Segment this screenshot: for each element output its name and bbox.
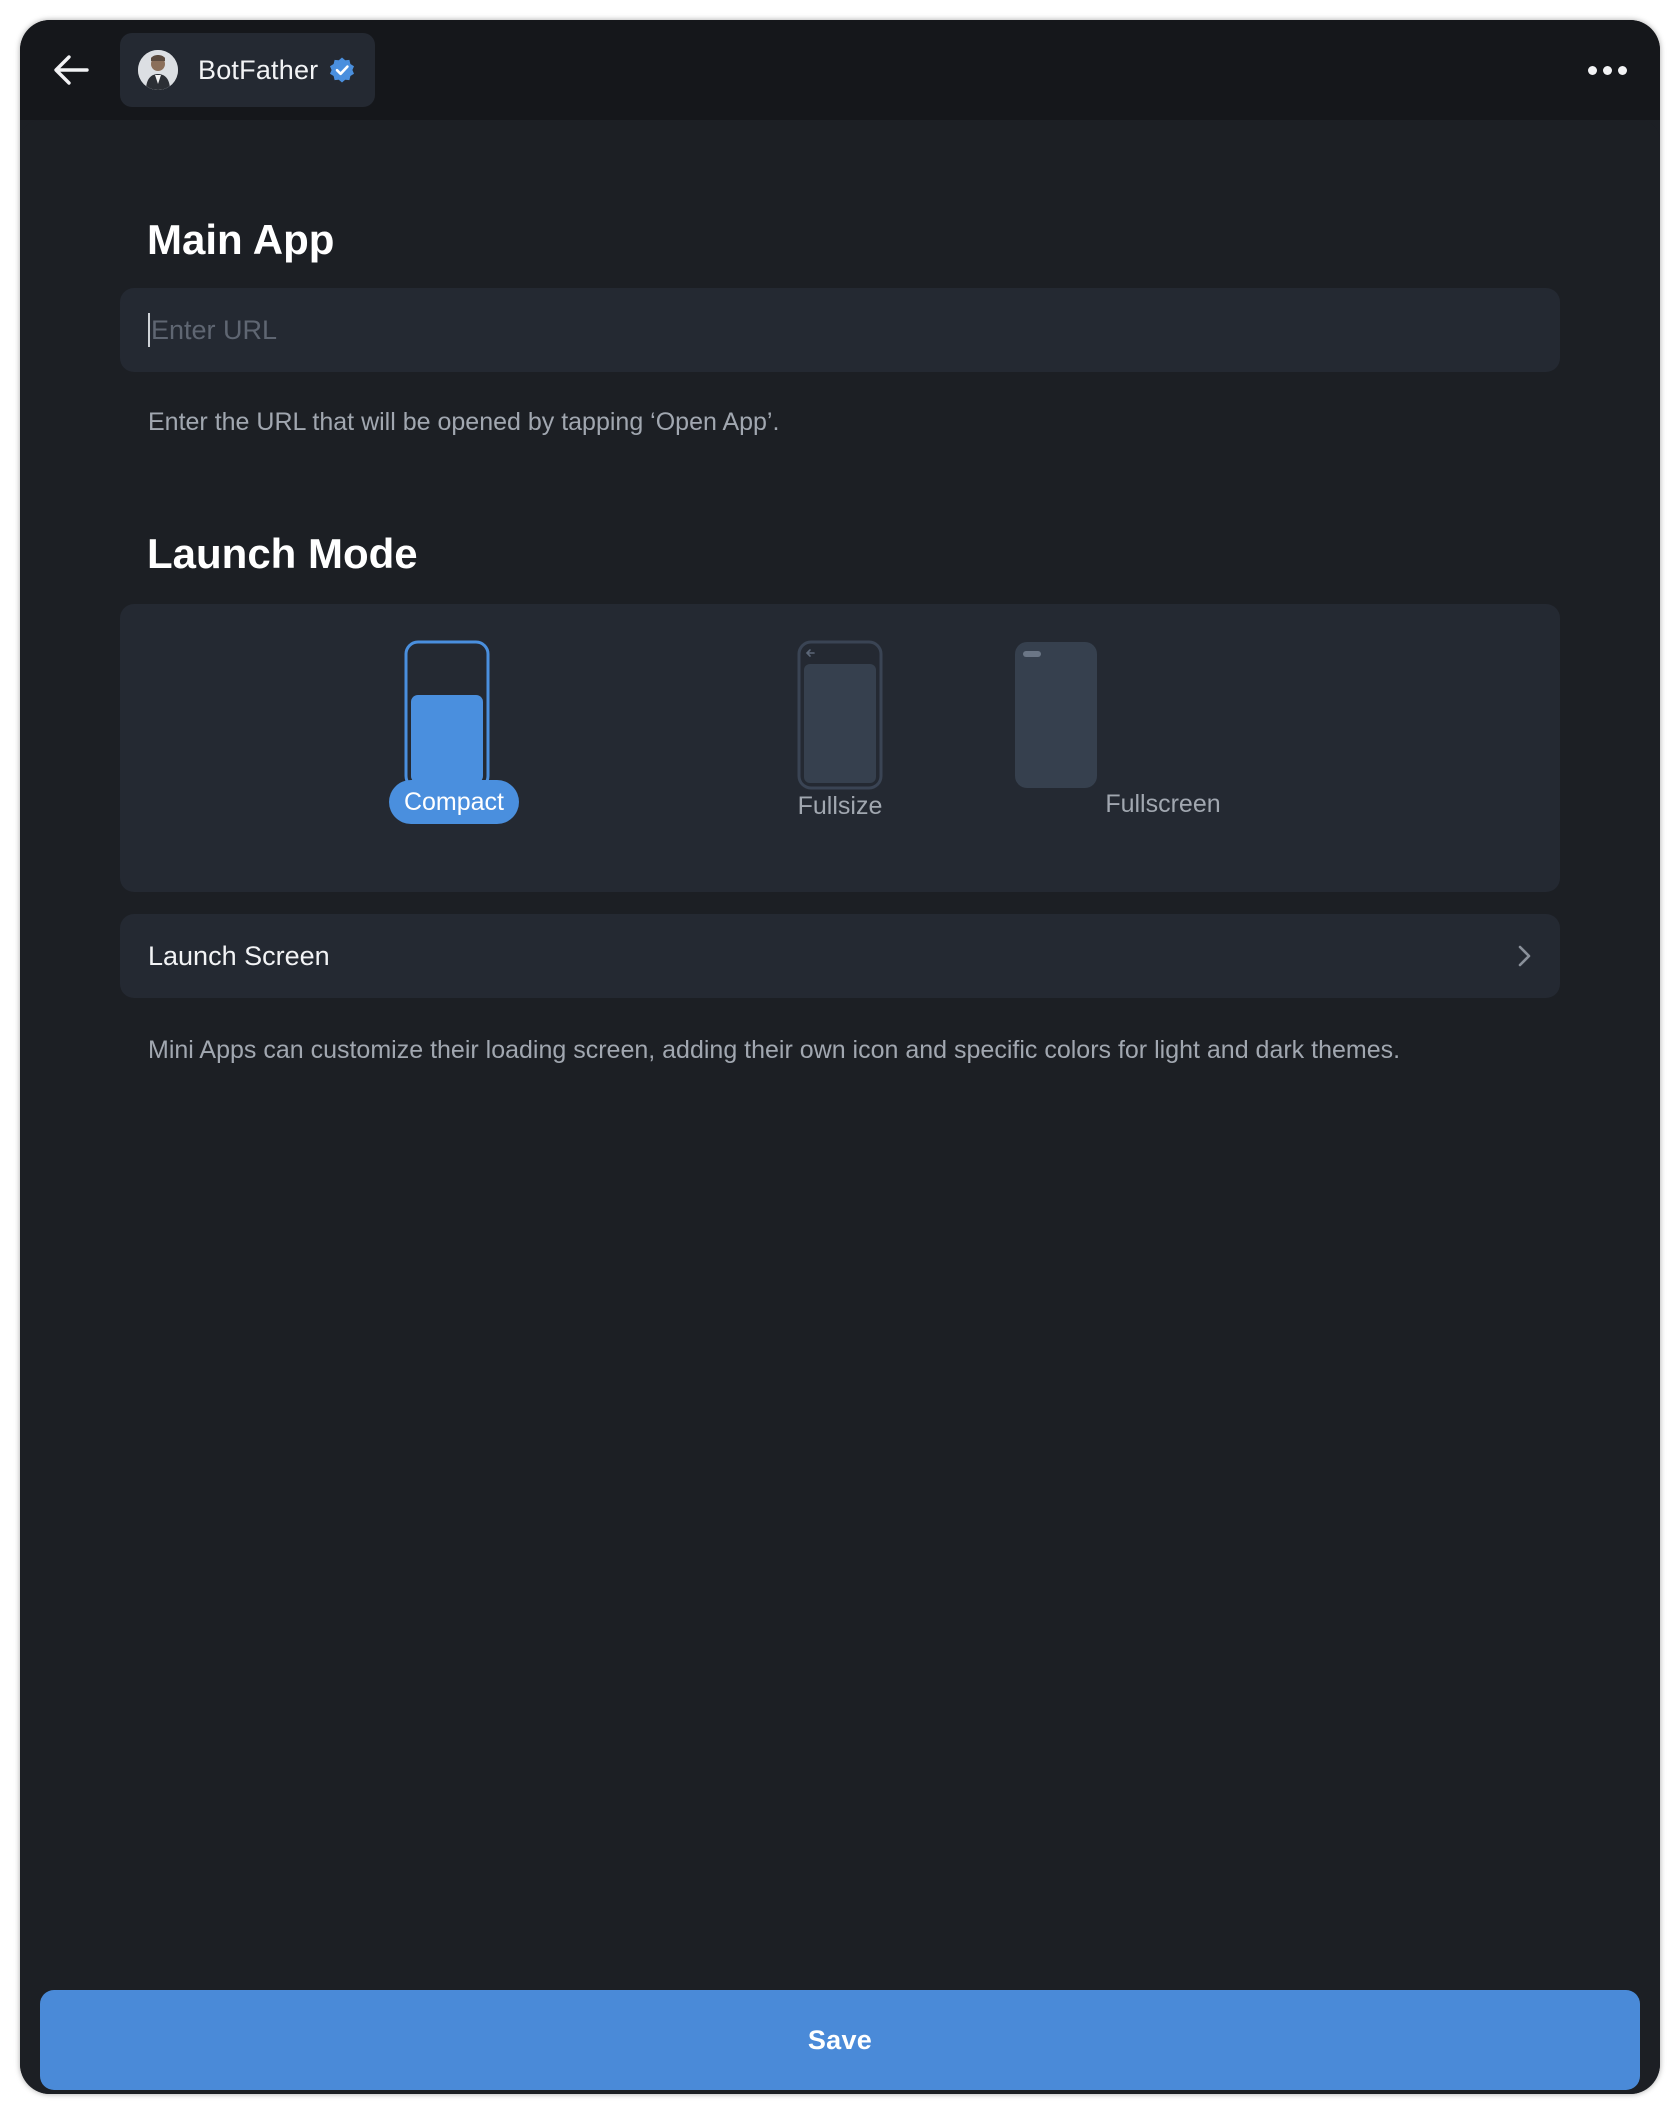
launch-mode-selector: Compact Fullsize Fullscreen: [120, 604, 1560, 892]
back-button[interactable]: [46, 45, 96, 95]
mode-label-fullsize: Fullsize: [797, 792, 883, 820]
bottom-bar: Save: [20, 1970, 1660, 2094]
launch-mode-title: Launch Mode: [147, 530, 418, 577]
settings-content: Main App Enter URL Enter the URL that wi…: [20, 120, 1660, 1970]
arrow-left-icon: [54, 55, 89, 85]
verified-badge-icon: [330, 57, 355, 83]
launch-screen-row[interactable]: Launch Screen: [120, 914, 1560, 998]
mode-option-fullsize[interactable]: Fullsize: [690, 604, 990, 892]
more-dots-icon: [1602, 65, 1612, 75]
save-button[interactable]: Save: [40, 1990, 1640, 2090]
chat-title: BotFather: [198, 54, 319, 85]
main-app-title: Main App: [147, 216, 335, 263]
compact-phone-icon: [404, 640, 490, 790]
top-bar: BotFather: [20, 20, 1660, 120]
url-hint: Enter the URL that will be opened by tap…: [148, 408, 780, 436]
fullsize-phone-icon: [797, 640, 883, 790]
more-dots-icon: [1587, 65, 1597, 75]
more-dots-icon: [1617, 65, 1627, 75]
url-placeholder: Enter URL: [151, 314, 278, 345]
launch-screen-hint: Mini Apps can customize their loading sc…: [148, 1036, 1401, 1064]
mode-option-compact[interactable]: Compact: [297, 604, 597, 892]
chevron-right-icon: [1518, 945, 1531, 967]
more-options-button[interactable]: [1582, 50, 1632, 90]
url-input[interactable]: Enter URL: [120, 288, 1560, 372]
chat-header-chip[interactable]: BotFather: [120, 33, 375, 107]
app-window: BotFather Main App Enter URL Enter the U…: [20, 20, 1660, 2094]
mode-option-fullscreen[interactable]: Fullscreen: [1015, 604, 1443, 892]
mode-label-fullscreen: Fullscreen: [1105, 790, 1221, 818]
launch-screen-label: Launch Screen: [148, 940, 330, 971]
fullscreen-phone-icon: [1015, 642, 1097, 788]
botfather-avatar: [138, 50, 178, 90]
mode-label-compact: Compact: [389, 780, 519, 824]
text-caret: [148, 313, 150, 347]
